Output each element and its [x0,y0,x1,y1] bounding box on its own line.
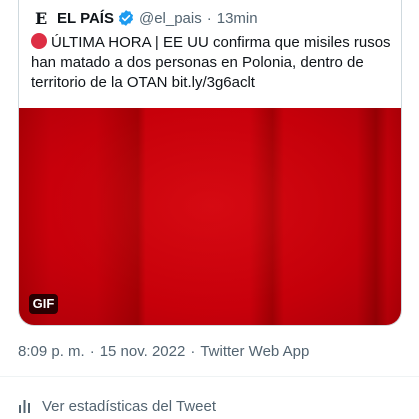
divider [0,376,419,377]
meta-source: Twitter Web App [200,343,310,360]
quoted-tweet-text: ÚLTIMA HORA | EE UU confirma que misiles… [31,34,391,91]
bar-chart-icon [18,398,34,414]
author-logo[interactable]: E [35,9,51,28]
meta-separator-2: · [190,343,196,360]
bar-chart-svg [19,400,30,413]
author-handle[interactable]: @el_pais [139,10,202,27]
quoted-tweet-header: E EL PAÍS @el_pais · 13min [35,8,258,28]
header-separator: · [206,9,212,27]
red-circle-icon [31,33,47,49]
gif-media[interactable]: GIF [19,108,401,325]
verified-badge-svg [118,10,134,26]
view-stats-label[interactable]: Ver estadísticas del Tweet [42,398,216,415]
meta-date[interactable]: 15 nov. 2022 [100,343,186,360]
tweet-meta: 8:09 p. m. · 15 nov. 2022 · Twitter Web App [18,343,309,360]
quoted-tweet-text-block: ÚLTIMA HORA | EE UU confirma que misiles… [31,33,395,93]
author-name[interactable]: EL PAÍS [57,10,114,27]
verified-badge-icon [117,9,135,27]
meta-separator: · [89,343,95,360]
quoted-tweet-card[interactable]: E EL PAÍS @el_pais · 13min ÚLTIMA HORA |… [18,0,402,326]
meta-time[interactable]: 8:09 p. m. [18,343,85,360]
tweet-time[interactable]: 13min [217,10,258,27]
gif-badge: GIF [29,294,58,314]
view-stats-link[interactable]: Ver estadísticas del Tweet [18,396,216,416]
